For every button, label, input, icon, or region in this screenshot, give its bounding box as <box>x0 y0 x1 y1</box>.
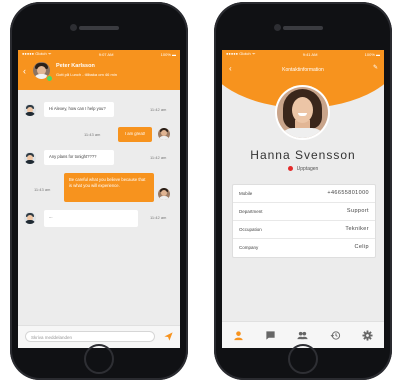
chat-bubble-icon <box>266 330 275 340</box>
status-label: Upptagen <box>296 166 319 172</box>
status-bar: ●●●●● Glotch ᯤ 9:07 AM 100% ▬ <box>18 50 180 58</box>
busy-status-dot <box>287 166 293 172</box>
chat-screen: ●●●●● Glotch ᯤ 9:07 AM 100% ▬ ‹ Peter Ka… <box>18 50 180 348</box>
carrier-label: ●●●●● Glotch ᯤ <box>22 51 52 56</box>
tab-settings[interactable] <box>358 325 378 345</box>
user-avatar <box>158 128 170 140</box>
message-bubble: ... <box>44 210 138 227</box>
chat-header: ●●●●● Glotch ᯤ 9:07 AM 100% ▬ ‹ Peter Ka… <box>18 50 180 90</box>
detail-label: Occupation <box>239 227 262 232</box>
phone-chat: ●●●●● Glotch ᯤ 9:07 AM 100% ▬ ‹ Peter Ka… <box>10 2 188 380</box>
history-icon <box>330 330 340 340</box>
home-button[interactable] <box>84 344 114 374</box>
detail-label: Mobile <box>239 191 253 196</box>
detail-value: Celip <box>354 244 369 250</box>
message-time: 11:42 am <box>150 107 167 112</box>
tab-history[interactable] <box>325 325 345 345</box>
pencil-icon[interactable]: ✎ <box>373 64 378 71</box>
earpiece-speaker <box>79 26 119 30</box>
message-bubble: Hi Alexey, how can I help you? <box>44 102 114 117</box>
message-time: 11:43 am <box>84 132 101 137</box>
contact-screen: ●●●●● Glotch ᯤ 9:41 AM 100% ▬ ‹ Kontakti… <box>222 50 384 348</box>
person-icon <box>234 330 243 340</box>
phone-contact: ●●●●● Glotch ᯤ 9:41 AM 100% ▬ ‹ Kontakti… <box>214 2 392 380</box>
detail-label: Company <box>239 245 259 250</box>
tab-profile[interactable] <box>228 325 248 345</box>
group-icon <box>297 331 309 339</box>
detail-value[interactable]: +46655801000 <box>327 190 369 196</box>
detail-row-department: Department Support <box>233 203 375 221</box>
detail-row-company: Company Celip <box>233 239 375 257</box>
gear-icon <box>362 329 373 341</box>
detail-value: Support <box>346 208 369 214</box>
clock-label: 9:41 AM <box>302 51 318 57</box>
detail-label: Department <box>239 209 263 214</box>
agent-avatar <box>24 212 36 224</box>
contact-full-name: Hanna Svensson <box>250 148 356 162</box>
tab-chat[interactable] <box>261 325 281 345</box>
page-title: Kontaktinformation <box>282 67 324 73</box>
message-bubble: Be careful what you believe because that… <box>64 173 154 202</box>
avatar <box>277 87 328 138</box>
detail-row-occupation: Occupation Tekniker <box>233 221 375 239</box>
message-bubble: I am great! <box>118 127 152 142</box>
agent-avatar <box>24 152 36 164</box>
message-time: 11:42 am <box>150 155 167 160</box>
carrier-label: ●●●●● Glotch ᯤ <box>226 51 256 56</box>
message-time: 11:42 am <box>150 215 167 220</box>
detail-row-mobile: Mobile +46655801000 <box>233 185 375 203</box>
contact-details-card: Mobile +46655801000 Department Support O… <box>232 184 376 258</box>
battery-label: 100% ▬ <box>160 51 176 57</box>
front-camera <box>274 24 281 31</box>
message-input[interactable]: Skriva meddelanden <box>25 331 155 342</box>
back-arrow-icon[interactable]: ‹ <box>23 67 26 76</box>
online-status-dot <box>46 75 53 82</box>
home-button[interactable] <box>288 344 318 374</box>
status-badge: Upptagen <box>222 166 384 172</box>
message-bubble: Any plans for tonight???? <box>44 150 114 165</box>
status-bar: ●●●●● Glotch ᯤ 9:41 AM 100% ▬ <box>222 50 384 58</box>
contact-name: Peter Karlsson <box>56 63 95 69</box>
send-icon[interactable] <box>163 331 174 342</box>
contact-status-text: Gott på Lunch - tillbaka om 46 min <box>56 72 117 77</box>
agent-avatar <box>24 104 36 116</box>
user-avatar <box>158 188 170 200</box>
clock-label: 9:07 AM <box>98 51 114 57</box>
detail-value: Tekniker <box>345 226 369 232</box>
tab-group[interactable] <box>293 325 313 345</box>
message-time: 11:43 am <box>34 187 51 192</box>
earpiece-speaker <box>283 26 323 30</box>
battery-label: 100% ▬ <box>364 51 380 57</box>
front-camera <box>70 24 77 31</box>
